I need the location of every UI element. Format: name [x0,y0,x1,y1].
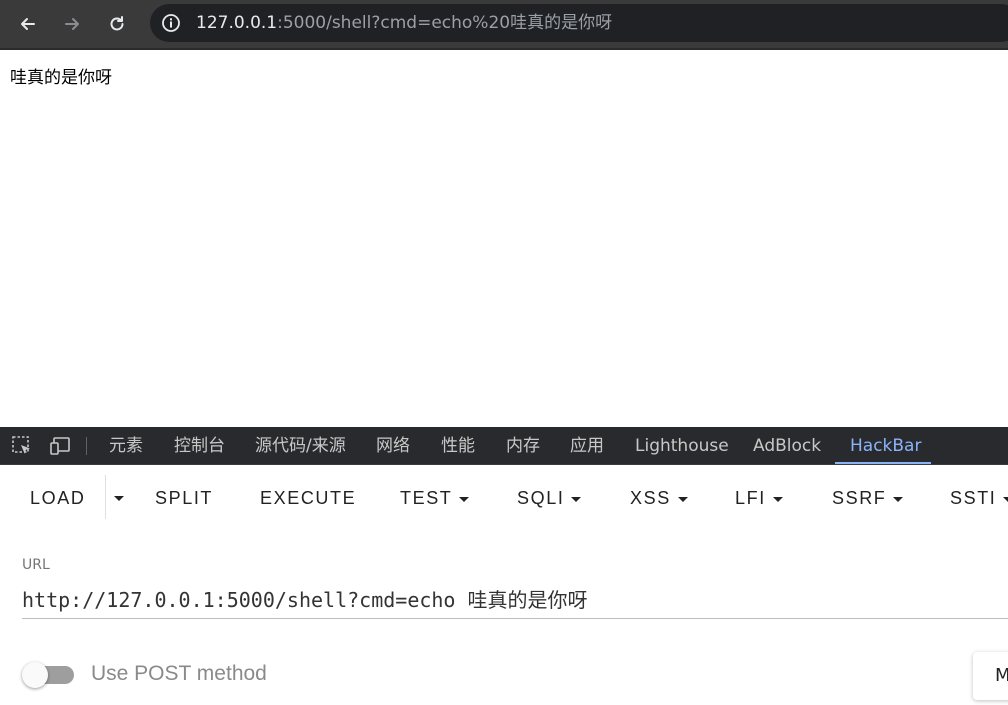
execute-button[interactable]: EXECUTE [260,481,356,515]
back-button[interactable] [12,8,44,40]
url-path: :5000/shell?cmd=echo%20哇真的是你呀 [277,13,613,33]
address-bar[interactable]: 127.0.0.1:5000/shell?cmd=echo%20哇真的是你呀 [150,4,1008,42]
tab-adblock[interactable]: AdBlock [753,427,821,465]
caret-down-icon [459,496,470,502]
arrow-right-icon [65,18,79,30]
split-button-label: SPLIT [155,488,214,508]
tab-network[interactable]: 网络 [376,427,410,465]
caret-down-icon [114,495,124,501]
caret-down-icon [571,496,582,502]
sqli-button-label: SQLI [517,488,565,508]
ssti-button-label: SSTI [950,488,997,508]
ssti-menu-button[interactable]: SSTI [950,481,1008,515]
url-input[interactable] [22,579,1008,619]
devtools-tabbar: 元素 控制台 源代码/来源 网络 性能 内存 应用 Lighthouse AdB… [0,427,1008,465]
reload-button[interactable] [101,8,133,40]
caret-down-icon [772,496,783,502]
reload-icon [110,16,124,31]
caret-down-icon [1003,496,1008,502]
address-url[interactable]: 127.0.0.1:5000/shell?cmd=echo%20哇真的是你呀 [196,4,612,42]
test-menu-button[interactable]: TEST [400,481,470,515]
load-split-divider [105,475,106,519]
lfi-menu-button[interactable]: LFI [735,481,783,515]
page-content: 哇真的是你呀 [0,50,1008,427]
caret-down-icon [893,496,904,502]
test-button-label: TEST [400,488,453,508]
load-options-button[interactable] [110,481,128,515]
caret-down-icon [677,496,688,502]
sqli-menu-button[interactable]: SQLI [517,481,582,515]
lfi-button-label: LFI [735,488,766,508]
forward-button[interactable] [56,8,88,40]
browser-toolbar: 127.0.0.1:5000/shell?cmd=echo%20哇真的是你呀 [0,0,1008,50]
xss-menu-button[interactable]: XSS [630,481,688,515]
tab-console[interactable]: 控制台 [174,427,225,465]
post-method-toggle[interactable] [22,661,76,688]
split-button[interactable]: SPLIT [155,481,213,515]
site-info-icon[interactable] [160,12,182,34]
tab-application[interactable]: 应用 [570,427,604,465]
execute-button-label: EXECUTE [260,488,357,508]
arrow-left-icon [21,18,35,30]
toggle-thumb [22,662,48,688]
tab-elements[interactable]: 元素 [109,427,143,465]
post-method-label: Use POST method [91,662,267,685]
tab-hackbar[interactable]: HackBar [850,427,921,465]
modify-header-button[interactable]: M [973,652,1008,700]
tab-memory[interactable]: 内存 [506,427,540,465]
hackbar-panel: LOAD SPLIT EXECUTE TEST SQLI XSS LFI SSR… [0,465,1008,705]
tab-performance[interactable]: 性能 [441,427,475,465]
url-host: 127.0.0.1 [196,13,278,33]
device-toolbar-icon[interactable] [49,435,71,457]
load-button[interactable]: LOAD [30,481,85,515]
url-field-label: URL [22,557,50,573]
devtools-separator [86,437,87,455]
ssrf-button-label: SSRF [832,488,887,508]
load-button-label: LOAD [30,488,86,508]
tab-sources[interactable]: 源代码/来源 [255,427,346,465]
tab-lighthouse[interactable]: Lighthouse [635,427,729,465]
inspect-element-icon[interactable] [11,435,33,457]
xss-button-label: XSS [630,488,671,508]
ssrf-menu-button[interactable]: SSRF [832,481,904,515]
active-tab-indicator [835,462,931,464]
page-output-text: 哇真的是你呀 [10,68,112,88]
